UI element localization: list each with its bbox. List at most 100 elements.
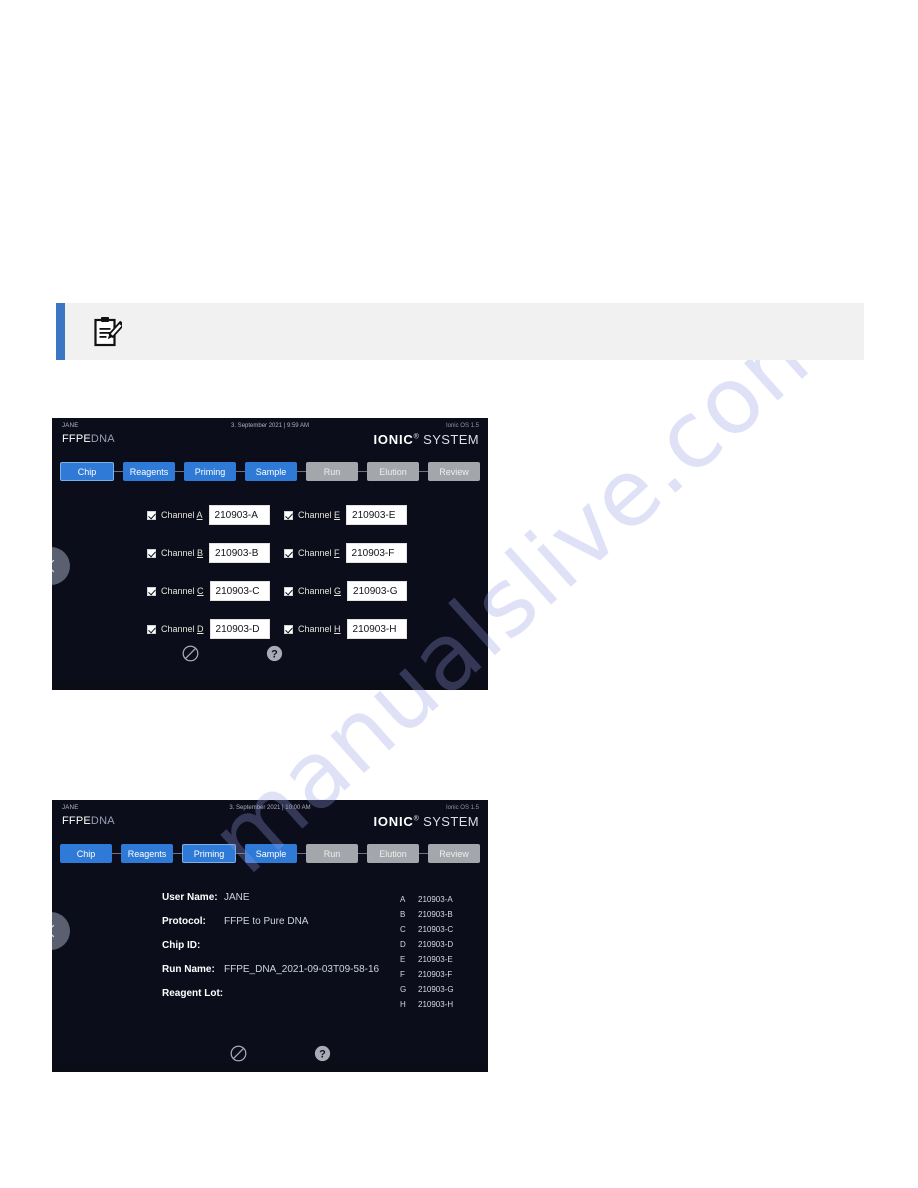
- channel-letter: G: [400, 985, 407, 994]
- channel-checkbox-f[interactable]: [284, 548, 293, 558]
- tab-sample[interactable]: Sample: [245, 462, 297, 481]
- summary-field-value: JANE: [224, 892, 250, 903]
- device-header-summary: JANE 3. September 2021 | 10:00 AM Ionic …: [52, 800, 488, 842]
- document-page: manualslive.com JANE 3. September 2021 |…: [0, 0, 918, 1188]
- channel-row: Channel H 210903-H: [284, 610, 407, 648]
- channel-checkbox-d[interactable]: [147, 624, 156, 634]
- channel-checkbox-c[interactable]: [147, 586, 156, 596]
- protocol-secondary: DNA: [90, 815, 115, 827]
- screenshot-run-summary: JANE 3. September 2021 | 10:00 AM Ionic …: [52, 800, 488, 1072]
- tab-review[interactable]: Review: [428, 844, 480, 863]
- summary-field-row: User Name: JANE: [162, 892, 379, 916]
- summary-field-label: User Name:: [162, 892, 218, 903]
- channel-checkbox-g[interactable]: [284, 586, 293, 596]
- tab-separator: [419, 471, 428, 472]
- channel-letter: C: [400, 925, 406, 934]
- channel-sample-id-input-f[interactable]: 210903-F: [345, 543, 407, 563]
- summary-field-label: Reagent Lot:: [162, 988, 224, 999]
- channel-sample-id-input-a[interactable]: 210903-A: [208, 505, 270, 525]
- channel-checkbox-e[interactable]: [284, 510, 293, 520]
- note-accent-bar: [56, 303, 65, 360]
- tab-separator: [297, 853, 306, 854]
- channel-row: Channel F 210903-F: [284, 534, 407, 572]
- channel-checkbox-a[interactable]: [147, 510, 156, 520]
- channel-sample-id-input-b[interactable]: 210903-B: [209, 543, 270, 563]
- summary-field-label: Protocol:: [162, 916, 206, 927]
- channel-checkbox-b[interactable]: [147, 548, 156, 558]
- channel-list-item: H 210903-H: [400, 997, 454, 1012]
- tab-reagents[interactable]: Reagents: [123, 462, 175, 481]
- channel-sample-id: 210903-E: [418, 955, 453, 964]
- channel-letter: A: [400, 895, 406, 904]
- previous-step-button[interactable]: [52, 547, 70, 585]
- channel-sample-id-input-h[interactable]: 210903-H: [346, 619, 407, 639]
- tab-run[interactable]: Run: [306, 462, 358, 481]
- cancel-icon[interactable]: [230, 1045, 247, 1062]
- device-footer-summary: ?: [52, 1044, 488, 1062]
- channel-sample-id: 210903-C: [418, 925, 454, 934]
- header-datetime: 3. September 2021 | 9:59 AM: [231, 423, 309, 429]
- tab-elution[interactable]: Elution: [367, 844, 419, 863]
- help-icon[interactable]: ?: [266, 645, 283, 662]
- channel-sample-id-input-g[interactable]: 210903-G: [347, 581, 407, 601]
- note-callout: [56, 303, 864, 360]
- channel-sample-id: 210903-B: [418, 910, 453, 919]
- tab-elution[interactable]: Elution: [367, 462, 419, 481]
- channel-row: Channel G 210903-G: [284, 572, 407, 610]
- tab-chip[interactable]: Chip: [60, 462, 114, 481]
- header-version: Ionic OS 1.5: [445, 805, 479, 811]
- channel-label-e: Channel E: [298, 510, 341, 520]
- summary-field-label: Run Name:: [162, 964, 215, 975]
- brand-logo-sample: IONIC® SYSTEM: [373, 432, 479, 447]
- channel-summary-list: A 210903-A B 210903-B C 210903-C D 210903-D E 210…: [400, 892, 454, 1012]
- tab-separator: [236, 853, 245, 854]
- summary-field-value: FFPE_DNA_2021-09-03T09-58-16: [224, 964, 380, 975]
- help-icon[interactable]: ?: [314, 1045, 331, 1062]
- summary-field-row: Chip ID:: [162, 940, 379, 964]
- cancel-icon[interactable]: [182, 645, 199, 662]
- protocol-primary: FFPE: [62, 815, 91, 827]
- chevron-left-icon: [52, 924, 55, 938]
- channel-sample-id-input-d[interactable]: 210903-D: [209, 619, 270, 639]
- channel-sample-id-input-c[interactable]: 210903-C: [209, 581, 270, 601]
- channel-label-h: Channel H: [298, 624, 341, 634]
- channel-label-f: Channel F: [298, 548, 340, 558]
- protocol-primary: FFPE: [62, 433, 91, 445]
- previous-step-button[interactable]: [52, 912, 70, 950]
- channel-label-c: Channel C: [161, 586, 204, 596]
- channel-letter: F: [400, 970, 405, 979]
- channel-label-b: Channel B: [161, 548, 204, 558]
- channel-letter: B: [400, 910, 406, 919]
- channel-list-item: D 210903-D: [400, 937, 454, 952]
- brand-suffix: SYSTEM: [419, 814, 479, 829]
- brand-logo-summary: IONIC® SYSTEM: [373, 814, 479, 829]
- brand-name: IONIC: [373, 814, 414, 829]
- device-footer-sample: ?: [52, 644, 488, 662]
- summary-field-row: Protocol: FFPE to Pure DNA: [162, 916, 379, 940]
- channel-sample-id-input-e[interactable]: 210903-E: [346, 505, 407, 525]
- channel-checkbox-h[interactable]: [284, 624, 293, 634]
- tab-separator: [358, 471, 367, 472]
- tab-separator: [297, 471, 306, 472]
- summary-field-value: FFPE to Pure DNA: [224, 916, 309, 927]
- tab-chip[interactable]: Chip: [60, 844, 112, 863]
- channel-letter: E: [400, 955, 406, 964]
- tab-priming[interactable]: Priming: [182, 844, 236, 863]
- channel-row: Channel A 210903-A: [147, 496, 270, 534]
- tab-review[interactable]: Review: [428, 462, 480, 481]
- tab-priming[interactable]: Priming: [184, 462, 236, 481]
- channel-letter: H: [400, 1000, 406, 1009]
- brand-name: IONIC: [373, 432, 414, 447]
- svg-text:?: ?: [319, 1048, 326, 1060]
- tab-run[interactable]: Run: [306, 844, 358, 863]
- tab-separator: [114, 471, 123, 472]
- tab-separator: [173, 853, 182, 854]
- device-header-sample: JANE 3. September 2021 | 9:59 AM Ionic O…: [52, 418, 488, 460]
- channel-list-item: F 210903-F: [400, 967, 454, 982]
- tab-reagents[interactable]: Reagents: [121, 844, 173, 863]
- workflow-tabs-sample: Chip Reagents Priming Sample Run Elution Revie…: [60, 462, 480, 481]
- footer-cut-text: [52, 1063, 488, 1072]
- device-footer-strip: [52, 681, 488, 690]
- summary-field-row: Run Name: FFPE_DNA_2021-09-03T09-58-16: [162, 964, 379, 988]
- tab-sample[interactable]: Sample: [245, 844, 297, 863]
